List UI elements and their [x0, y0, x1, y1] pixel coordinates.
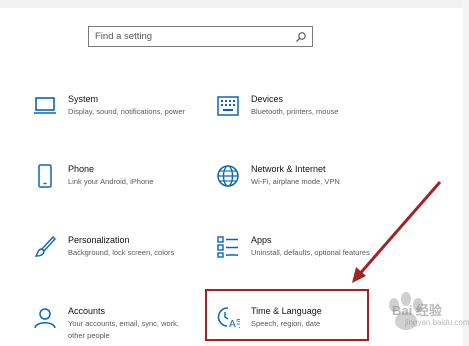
tile-description: Background, lock screen, colors	[68, 248, 175, 257]
tile-system[interactable]: System Display, sound, notifications, po…	[33, 94, 218, 134]
phone-icon	[38, 164, 52, 188]
tile-devices[interactable]: Devices Bluetooth, printers, mouse	[216, 94, 401, 134]
tile-title: Apps	[251, 235, 272, 245]
laptop-icon	[34, 97, 56, 114]
tile-phone[interactable]: Phone Link your Android, iPhone	[33, 164, 218, 204]
highlight-box	[205, 289, 369, 341]
tile-title: Phone	[68, 164, 95, 174]
watermark-url: jingyan.baidu.com	[405, 318, 469, 327]
tile-description: Uninstall, defaults, optional features	[251, 248, 370, 257]
tile-description: Bluetooth, printers, mouse	[251, 107, 339, 116]
brush-icon	[34, 235, 56, 257]
tile-title: Accounts	[68, 306, 106, 316]
tile-network[interactable]: Network & Internet Wi-Fi, airplane mode,…	[216, 164, 401, 204]
tile-apps[interactable]: Apps Uninstall, defaults, optional featu…	[216, 235, 401, 275]
title-bar-strip	[0, 0, 469, 8]
tile-title: Network & Internet	[251, 164, 326, 174]
tile-description: Your accounts, email, sync, work, other …	[68, 319, 180, 340]
tile-accounts[interactable]: Accounts Your accounts, email, sync, wor…	[33, 306, 218, 346]
tile-title: Personalization	[68, 235, 130, 245]
tile-description: Wi-Fi, airplane mode, VPN	[251, 177, 340, 186]
tile-personalization[interactable]: Personalization Background, lock screen,…	[33, 235, 218, 275]
tile-title: System	[68, 94, 99, 104]
watermark-text: Bai 经验	[392, 303, 442, 318]
tile-title: Devices	[251, 94, 284, 104]
person-icon	[34, 308, 56, 329]
search-input[interactable]: Find a setting	[88, 26, 313, 47]
tile-description: Display, sound, notifications, power	[68, 107, 186, 116]
tile-description: Link your Android, iPhone	[68, 177, 154, 186]
search-placeholder: Find a setting	[95, 31, 153, 42]
keyboard-icon	[217, 96, 239, 116]
search-icon[interactable]	[295, 31, 307, 43]
globe-icon	[217, 165, 239, 187]
apps-list-icon	[217, 236, 238, 258]
